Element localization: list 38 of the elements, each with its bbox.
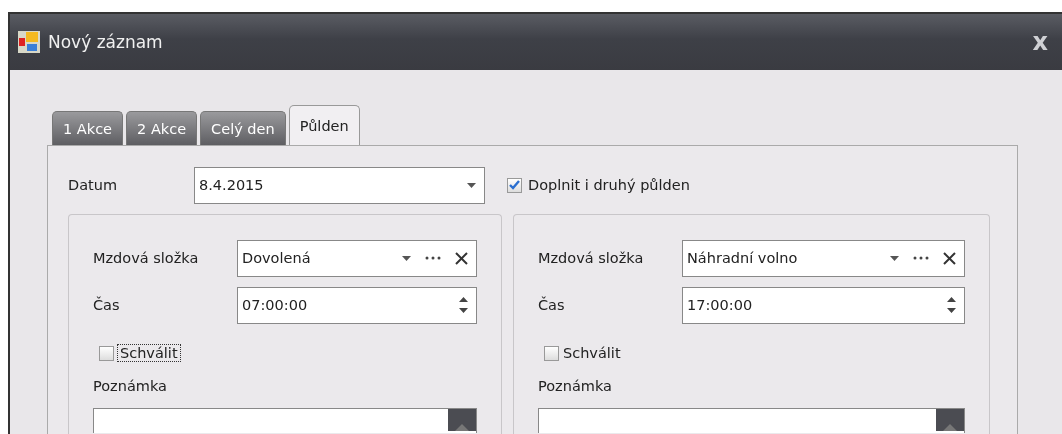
field-label: Čas bbox=[538, 297, 566, 313]
up-arrow-icon bbox=[943, 423, 957, 431]
tab[interactable]: 2 Akce bbox=[126, 111, 198, 145]
up-arrow-icon bbox=[455, 423, 469, 431]
time-spinner[interactable]: 07:00:00 bbox=[237, 286, 477, 324]
field-label: Datum bbox=[68, 177, 119, 193]
note-field[interactable] bbox=[538, 408, 965, 433]
ellipsis-icon[interactable] bbox=[913, 256, 929, 260]
dropdown-icon[interactable] bbox=[890, 255, 899, 261]
checkbox[interactable] bbox=[507, 177, 522, 193]
tab[interactable]: Celý den bbox=[200, 111, 286, 145]
field-label: Mzdová složka bbox=[538, 250, 645, 266]
checkbox-label: Doplnit i druhý půlden bbox=[528, 177, 690, 193]
checkbox-label: Schválit bbox=[118, 345, 180, 361]
close-button[interactable]: x bbox=[1028, 30, 1052, 54]
checkbox[interactable] bbox=[544, 345, 559, 361]
time-spinner[interactable]: 17:00:00 bbox=[682, 286, 965, 324]
tab[interactable]: 1 Akce bbox=[52, 111, 124, 145]
ellipsis-icon[interactable] bbox=[425, 256, 441, 260]
app-icon bbox=[18, 31, 40, 53]
dropdown-icon[interactable] bbox=[402, 255, 411, 261]
checkbox[interactable] bbox=[99, 345, 114, 361]
field-label: Mzdová složka bbox=[93, 250, 200, 266]
spinner-arrows-icon[interactable] bbox=[947, 296, 956, 314]
window-title: Nový záznam bbox=[48, 32, 164, 52]
field-label: Poznámka bbox=[538, 378, 613, 396]
tab[interactable]: Půlden bbox=[288, 105, 360, 145]
field-label: Poznámka bbox=[93, 378, 168, 396]
clear-icon[interactable] bbox=[943, 251, 956, 265]
combo-box[interactable]: Náhradní volno bbox=[682, 239, 965, 277]
date-picker[interactable]: 8.4.2015 bbox=[194, 166, 485, 204]
clear-icon[interactable] bbox=[455, 251, 468, 265]
note-field[interactable] bbox=[93, 408, 477, 433]
spinner-arrows-icon[interactable] bbox=[459, 296, 468, 314]
checkbox-label: Schválit bbox=[563, 345, 621, 361]
field-label: Čas bbox=[93, 297, 121, 313]
dropdown-icon[interactable] bbox=[467, 182, 476, 188]
combo-box[interactable]: Dovolená bbox=[237, 239, 477, 277]
